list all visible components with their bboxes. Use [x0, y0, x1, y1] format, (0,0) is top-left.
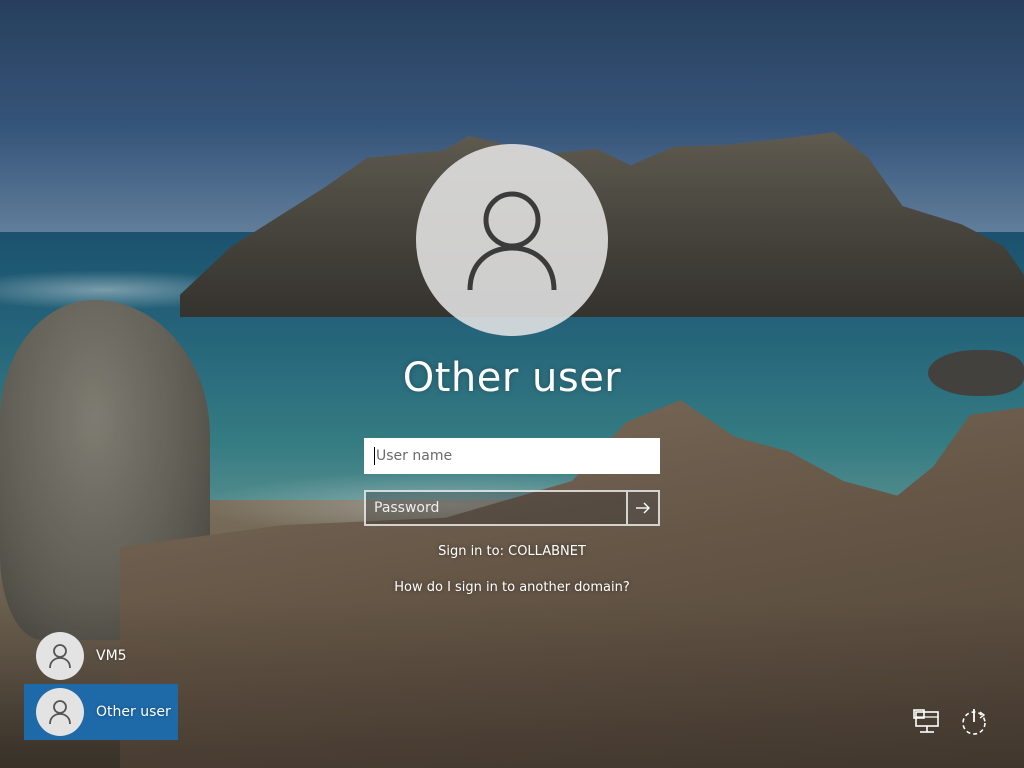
- domain-help-link[interactable]: How do I sign in to another domain?: [312, 580, 712, 595]
- password-placeholder: Password: [374, 500, 440, 516]
- user-avatar-large: [416, 144, 608, 336]
- username-placeholder: User name: [376, 448, 453, 464]
- power-icon: [962, 709, 986, 735]
- sign-in-domain-text: Sign in to: COLLABNET: [438, 544, 586, 559]
- lock-screen: Other user User name Password Sign in to…: [0, 0, 1024, 768]
- user-silhouette-icon: [467, 191, 557, 291]
- network-icon: [913, 709, 939, 733]
- username-input[interactable]: User name: [364, 438, 660, 474]
- power-button[interactable]: [956, 704, 992, 740]
- network-button[interactable]: [910, 704, 946, 740]
- user-silhouette-icon: [49, 644, 71, 669]
- password-input[interactable]: Password: [364, 490, 626, 526]
- user-display-name: Other user: [402, 355, 622, 401]
- avatar: [36, 632, 84, 680]
- submit-button[interactable]: [626, 490, 660, 526]
- password-row: Password: [364, 490, 660, 526]
- user-tile-vm5[interactable]: VM5: [24, 628, 178, 684]
- avatar: [36, 688, 84, 736]
- user-tile-other-user[interactable]: Other user: [24, 684, 178, 740]
- user-tile-label: VM5: [96, 648, 127, 664]
- user-silhouette-icon: [49, 700, 71, 725]
- text-caret: [374, 447, 375, 465]
- arrow-right-icon: [636, 502, 650, 514]
- user-tile-label: Other user: [96, 704, 171, 720]
